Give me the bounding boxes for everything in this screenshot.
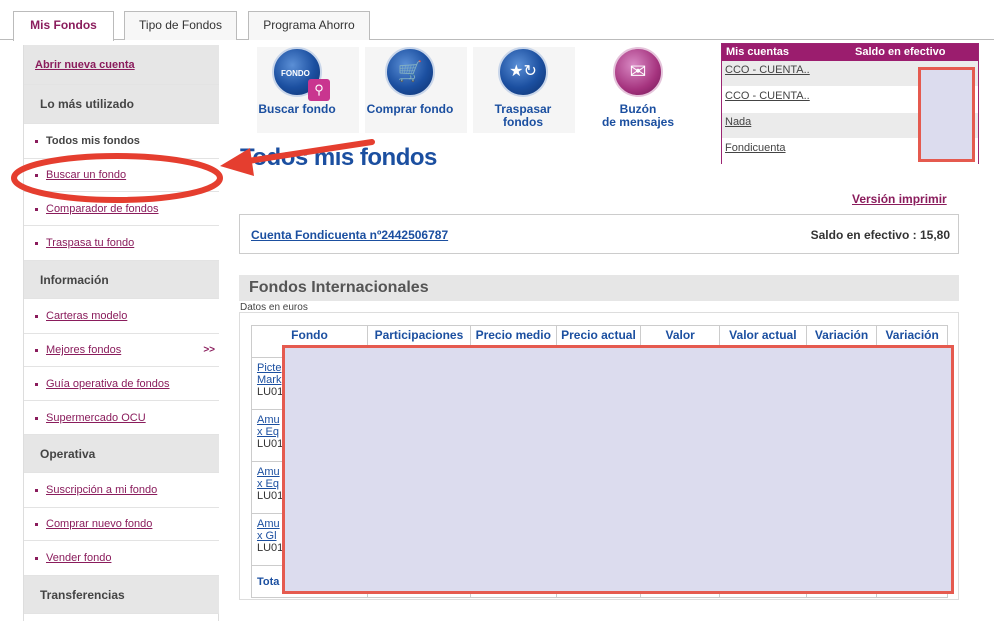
account-link[interactable]: CCO - CUENTA.. xyxy=(725,64,810,76)
sidebar-item-mejores-fondos[interactable]: Mejores fondos >> xyxy=(24,334,219,367)
sidebar-item-label[interactable]: Carteras modelo xyxy=(46,310,127,322)
bullet-icon xyxy=(35,349,38,352)
accounts-heading: Mis cuentas xyxy=(726,46,789,58)
magnifier-icon: ⚲ xyxy=(308,79,330,101)
sidebar-item-guia[interactable]: Guía operativa de fondos xyxy=(24,367,219,401)
bullet-icon xyxy=(35,523,38,526)
sidebar-item-label[interactable]: Comparador de fondos xyxy=(46,203,159,215)
fund-isin: LU01 xyxy=(257,386,284,398)
buy-fund-label: Comprar fondo xyxy=(366,102,454,116)
sidebar-item-label[interactable]: Comprar nuevo fondo xyxy=(46,518,152,530)
mailbox-label-line2: de mensajes xyxy=(601,115,675,129)
fund-isin: LU01 xyxy=(257,542,284,554)
bullet-icon xyxy=(35,557,38,560)
search-fund-label: Buscar fondo xyxy=(258,102,336,116)
sidebar-heading-operativa: Operativa xyxy=(24,435,219,473)
transfer-stars-icon: ★↻ xyxy=(498,47,548,97)
sidebar-item-label[interactable]: Mejores fondos xyxy=(46,344,121,356)
bullet-icon xyxy=(35,207,38,211)
bullet-icon xyxy=(35,315,38,318)
fund-link[interactable]: Picte xyxy=(257,362,281,374)
sidebar-item-todos-mis-fondos[interactable]: Todos mis fondos xyxy=(24,124,219,159)
mailbox-button[interactable]: ✉ Buzón de mensajes xyxy=(593,47,683,129)
account-link[interactable]: Fondicuenta xyxy=(725,142,786,154)
fund-link[interactable]: Amu xyxy=(257,466,280,478)
fund-link[interactable]: x Eq xyxy=(257,478,279,490)
bullet-icon xyxy=(35,140,38,143)
fund-link[interactable]: Amu xyxy=(257,414,280,426)
sidebar-heading-transferencias: Transferencias xyxy=(24,576,219,614)
bullet-icon xyxy=(35,242,38,245)
account-balance: Saldo en efectivo : 15,80 xyxy=(810,228,950,242)
sidebar-item-traspasa[interactable]: Traspasa tu fondo xyxy=(24,226,219,261)
tab-tipo-de-fondos[interactable]: Tipo de Fondos xyxy=(124,11,237,40)
sidebar-item-vender[interactable]: Vender fondo xyxy=(24,541,219,576)
open-account-link[interactable]: Abrir nueva cuenta xyxy=(35,59,135,71)
sidebar-item-suscripcion[interactable]: Suscripción a mi fondo xyxy=(24,473,219,508)
section-title: Fondos Internacionales xyxy=(239,275,959,301)
transfer-fund-label: Traspasar fondos xyxy=(494,102,552,129)
fund-link[interactable]: x Gl xyxy=(257,530,277,542)
mailbox-label-line1: Buzón xyxy=(619,102,657,116)
fund-isin: LU01 xyxy=(257,438,284,450)
buy-fund-button[interactable]: 🛒 Comprar fondo xyxy=(365,47,455,116)
sidebar-item-label[interactable]: Supermercado OCU xyxy=(46,412,146,424)
bullet-icon xyxy=(35,489,38,492)
sidebar-item-carteras[interactable]: Carteras modelo xyxy=(24,299,219,334)
sidebar-item-comparador[interactable]: Comparador de fondos xyxy=(24,192,219,226)
accounts-panel-header: Mis cuentas Saldo en efectivo xyxy=(722,44,978,61)
expand-arrow-icon[interactable]: >> xyxy=(203,334,215,367)
balance-heading: Saldo en efectivo xyxy=(855,46,946,58)
sidebar-item-label[interactable]: Suscripción a mi fondo xyxy=(46,484,157,496)
mailbox-label: Buzón de mensajes xyxy=(593,103,683,129)
transfer-fund-button[interactable]: ★↻ Traspasar fondos xyxy=(478,47,568,129)
account-link[interactable]: Nada xyxy=(725,116,751,128)
bullet-icon xyxy=(35,174,38,177)
fund-isin: LU01 xyxy=(257,490,284,502)
balance-redaction xyxy=(918,67,975,162)
print-version-link[interactable]: Versión imprimir xyxy=(852,192,947,206)
sidebar-item-label[interactable]: Buscar un fondo xyxy=(46,169,126,181)
search-fund-button[interactable]: FONDO ⚲ Buscar fondo xyxy=(252,47,342,116)
tab-mis-fondos[interactable]: Mis Fondos xyxy=(13,11,114,41)
bullet-icon xyxy=(35,382,38,386)
fund-link[interactable]: Mark xyxy=(257,374,281,386)
sidebar-heading-informacion: Información xyxy=(24,261,219,299)
envelope-icon: ✉ xyxy=(613,47,663,97)
bullet-icon xyxy=(35,416,38,420)
search-fund-icon: FONDO ⚲ xyxy=(272,47,330,101)
page-title: Todos mis fondos xyxy=(240,144,437,171)
tab-bar: Mis Fondos Tipo de Fondos Programa Ahorr… xyxy=(0,0,994,41)
tab-programa-ahorro[interactable]: Programa Ahorro xyxy=(248,11,370,40)
sidebar-item-supermercado[interactable]: Supermercado OCU xyxy=(24,401,219,435)
sidebar-item-label[interactable]: Vender fondo xyxy=(46,552,111,564)
fund-link[interactable]: Amu xyxy=(257,518,280,530)
table-redaction xyxy=(282,345,954,594)
sidebar-item-comprar-nuevo[interactable]: Comprar nuevo fondo xyxy=(24,508,219,541)
sidebar-heading-most-used: Lo más utilizado xyxy=(24,85,219,124)
sidebar-top: Abrir nueva cuenta xyxy=(24,45,219,85)
cart-icon: 🛒 xyxy=(385,47,435,97)
account-name-link[interactable]: Cuenta Fondicuenta nº2442506787 xyxy=(251,228,448,242)
fund-badge-label: FONDO xyxy=(281,69,310,78)
sidebar: Abrir nueva cuenta Lo más utilizado Todo… xyxy=(23,45,219,621)
fund-link[interactable]: x Eq xyxy=(257,426,279,438)
sidebar-item-buscar-fondo[interactable]: Buscar un fondo xyxy=(24,159,219,192)
account-link[interactable]: CCO - CUENTA.. xyxy=(725,90,810,102)
sidebar-item-label: Todos mis fondos xyxy=(46,135,140,147)
account-summary: Cuenta Fondicuenta nº2442506787 Saldo en… xyxy=(239,214,959,254)
sidebar-item-label[interactable]: Traspasa tu fondo xyxy=(46,237,134,249)
sidebar-item-label[interactable]: Guía operativa de fondos xyxy=(46,378,170,390)
